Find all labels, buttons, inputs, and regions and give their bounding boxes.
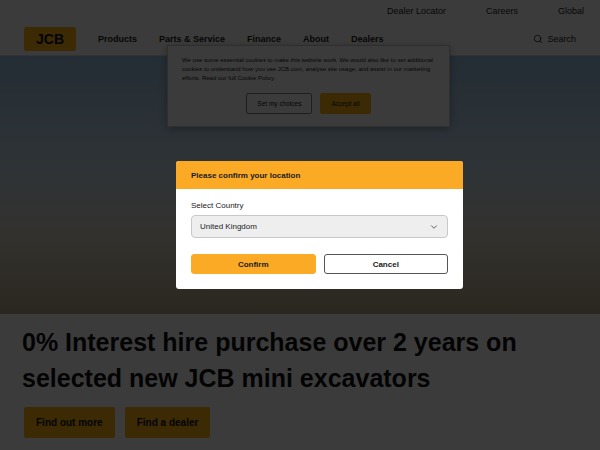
primary-button[interactable]: Confirm <box>191 254 316 274</box>
page: Dealer LocatorCareersGlobalJCBProductsPa… <box>0 0 600 450</box>
secondary-button[interactable]: Cancel <box>324 254 449 274</box>
dialog-body: Select Country United Kingdom Confirm Cance… <box>176 189 463 289</box>
modal-overlay: Please confirm your locationSelect Count… <box>0 0 600 450</box>
chevron-down-icon <box>429 222 439 232</box>
country-select[interactable]: United Kingdom <box>191 215 448 238</box>
dialog-title: Please confirm your location <box>176 161 463 189</box>
location-dialog: Please confirm your locationSelect Count… <box>176 161 463 289</box>
dialog-buttons: Confirm Cancel <box>191 254 448 274</box>
field-label: Select Country <box>191 201 448 210</box>
